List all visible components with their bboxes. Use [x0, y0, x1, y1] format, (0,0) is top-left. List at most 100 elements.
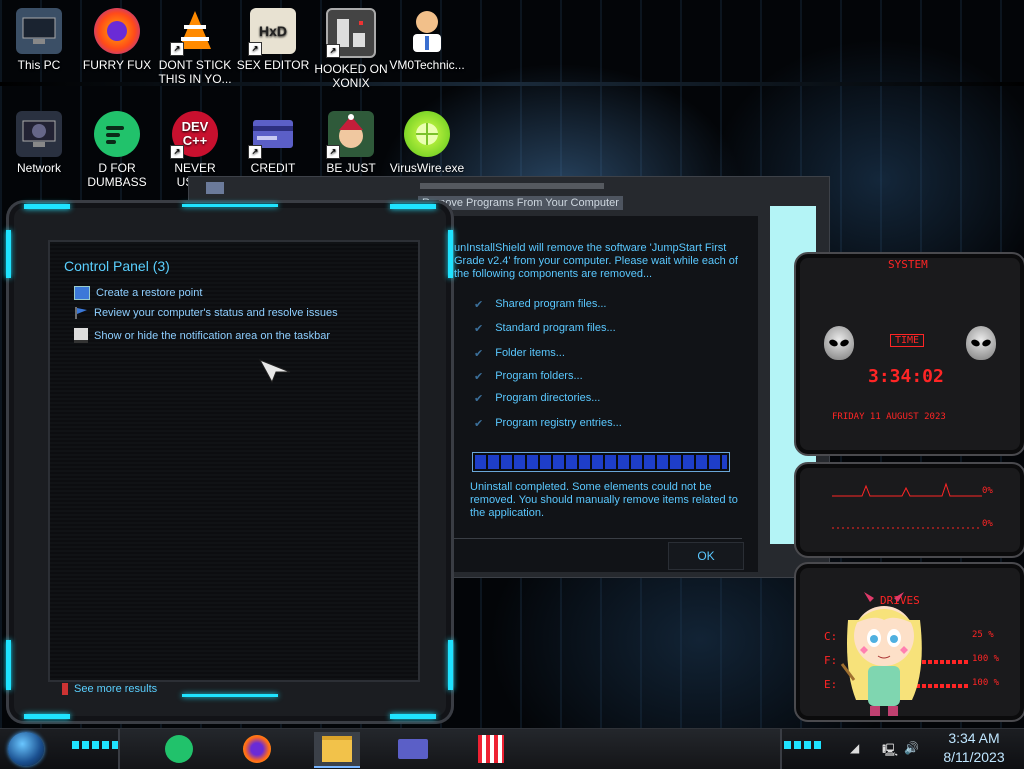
frame-accent	[24, 714, 70, 719]
elf-icon: ↗	[326, 111, 374, 159]
search-icon	[62, 683, 68, 695]
cpu-panel: 0% 0%	[794, 462, 1024, 558]
taskbar-app-firefox[interactable]	[240, 732, 274, 766]
cp-item-label: Review your computer's status and resolv…	[94, 307, 338, 319]
gadget-time: 3:34:02	[868, 366, 944, 387]
desktop-icon-label: VirusWire.exe	[389, 161, 465, 175]
firefox-icon	[94, 8, 140, 54]
check-icon: ✔	[474, 299, 484, 311]
window-titlebar	[420, 183, 604, 189]
computer-icon	[16, 8, 62, 54]
gadget-date: FRIDAY 11 AUGUST 2023	[832, 412, 946, 422]
frame-accent	[24, 204, 70, 209]
desktop-icon-d-for-dumbass[interactable]: D FOR DUMBASS	[79, 103, 155, 189]
desktop-icon-sex-editor[interactable]: HxD ↗ SEX EDITOR	[235, 0, 311, 72]
wallpaper-band	[0, 82, 1024, 86]
network-icon	[16, 111, 62, 157]
control-panel-title: Control Panel (3)	[64, 258, 170, 274]
control-panel-content: Control Panel (3) Create a restore point…	[48, 240, 420, 682]
desktop-icon-label: VM0Technic...	[389, 58, 465, 72]
firefox-icon	[243, 735, 271, 763]
progress-fill	[475, 455, 727, 469]
drive-percent: 100 %	[972, 678, 1000, 688]
alien-icon	[824, 326, 854, 360]
credit-card-icon	[398, 739, 428, 759]
doctor-icon	[404, 8, 450, 54]
desktop-icon-vm0technic[interactable]: VM0Technic...	[389, 0, 465, 72]
divider	[450, 538, 742, 539]
cp-item-review-status[interactable]: Review your computer's status and resolv…	[74, 307, 338, 319]
frame-accent	[390, 204, 436, 209]
desktop-icon-label: HOOKED ON XONIX	[314, 62, 388, 90]
component-item: ✔ Shared program files...	[474, 298, 607, 311]
desktop-icon-this-pc[interactable]: This PC	[1, 0, 77, 72]
desktop-icon-label: DONT STICK THIS IN YO...	[158, 58, 232, 86]
uninstall-complete-message: Uninstall completed. Some elements could…	[470, 481, 738, 519]
cp-item-label: Create a restore point	[96, 287, 203, 299]
desktop-icon-hooked-on-xonix[interactable]: ↗ HOOKED ON XONIX	[313, 0, 389, 90]
desktop-icon-label: This PC	[17, 58, 61, 72]
flag-icon	[74, 307, 88, 319]
lime-icon	[404, 111, 450, 157]
desktop-icon-label: SEX EDITOR	[236, 58, 310, 72]
component-item: ✔ Program folders...	[474, 370, 583, 383]
cpu-percent: 0%	[982, 486, 993, 496]
frame-accent	[390, 714, 436, 719]
cpu-graph	[832, 482, 982, 529]
taskbar-app-credit-card[interactable]	[396, 732, 430, 766]
frame-accent	[448, 230, 453, 278]
taskbar-accent	[784, 741, 824, 749]
clock-date: 8/11/2023	[943, 749, 1005, 765]
frame-accent	[182, 694, 278, 697]
show-hidden-icons-icon[interactable]: ◢	[850, 741, 859, 755]
desktop-icon-label: D FOR DUMBASS	[87, 161, 147, 189]
star-butterfly-character	[834, 580, 934, 720]
drive-percent: 25 %	[972, 630, 994, 640]
network-tray-icon[interactable]: 🖳	[882, 741, 898, 762]
frame-accent	[182, 204, 278, 207]
credit-card-icon: ↗	[248, 111, 296, 159]
check-icon: ✔	[474, 323, 484, 335]
frame-accent	[448, 640, 453, 690]
uninstall-progress-bar	[472, 452, 730, 472]
d-app-icon	[94, 111, 140, 157]
check-icon: ✔	[474, 371, 484, 383]
desktop-icon-network[interactable]: Network	[1, 103, 77, 175]
uninstall-message: unInstallShield will remove the software…	[454, 242, 738, 280]
cp-item-notification-area[interactable]: Show or hide the notification area on th…	[74, 328, 330, 343]
start-button[interactable]	[8, 732, 44, 766]
frame-accent	[6, 230, 11, 278]
ok-button[interactable]: OK	[668, 542, 744, 570]
see-more-results-link[interactable]: See more results	[62, 683, 157, 695]
desktop-icon-viruswire[interactable]: VirusWire.exe	[389, 103, 465, 175]
check-icon: ✔	[474, 393, 484, 405]
cp-item-restore-point[interactable]: Create a restore point	[74, 286, 202, 300]
system-label: SYSTEM	[888, 258, 928, 271]
system-panel: SYSTEM TIME 3:34:02 FRIDAY 11 AUGUST 202…	[794, 252, 1024, 456]
mouse-cursor-icon	[258, 358, 292, 389]
desktop-icon-dont-stick[interactable]: ↗ DONT STICK THIS IN YO...	[157, 0, 233, 86]
drive-percent: 100 %	[972, 654, 1000, 664]
clock-time: 3:34 AM	[948, 730, 1000, 746]
alien-icon	[966, 326, 996, 360]
xonix-icon: ↗	[326, 8, 376, 58]
popcorn-icon	[478, 735, 504, 763]
taskbar-app-d[interactable]	[162, 732, 196, 766]
taskbar-app-explorer[interactable]	[314, 732, 360, 768]
component-item: ✔ Program registry entries...	[474, 417, 622, 430]
component-item: ✔ Folder items...	[474, 347, 565, 360]
hxd-icon: HxD ↗	[248, 8, 296, 56]
window-icon	[206, 182, 224, 194]
taskbar-app-popcorn[interactable]	[474, 732, 508, 766]
check-icon: ✔	[474, 418, 484, 430]
taskbar-accent	[72, 741, 120, 749]
desktop-icon-label: FURRY FUX	[82, 58, 152, 72]
taskbar-icon	[74, 328, 88, 343]
time-label: TIME	[890, 334, 925, 347]
desktop-icon-furry-fux[interactable]: FURRY FUX	[79, 0, 155, 72]
taskbar-center	[118, 729, 782, 769]
component-item: ✔ Program directories...	[474, 392, 601, 405]
taskbar-clock[interactable]: 3:34 AM 8/11/2023	[930, 729, 1018, 767]
cp-item-label: Show or hide the notification area on th…	[94, 329, 331, 342]
volume-icon[interactable]: 🔊	[904, 741, 919, 755]
